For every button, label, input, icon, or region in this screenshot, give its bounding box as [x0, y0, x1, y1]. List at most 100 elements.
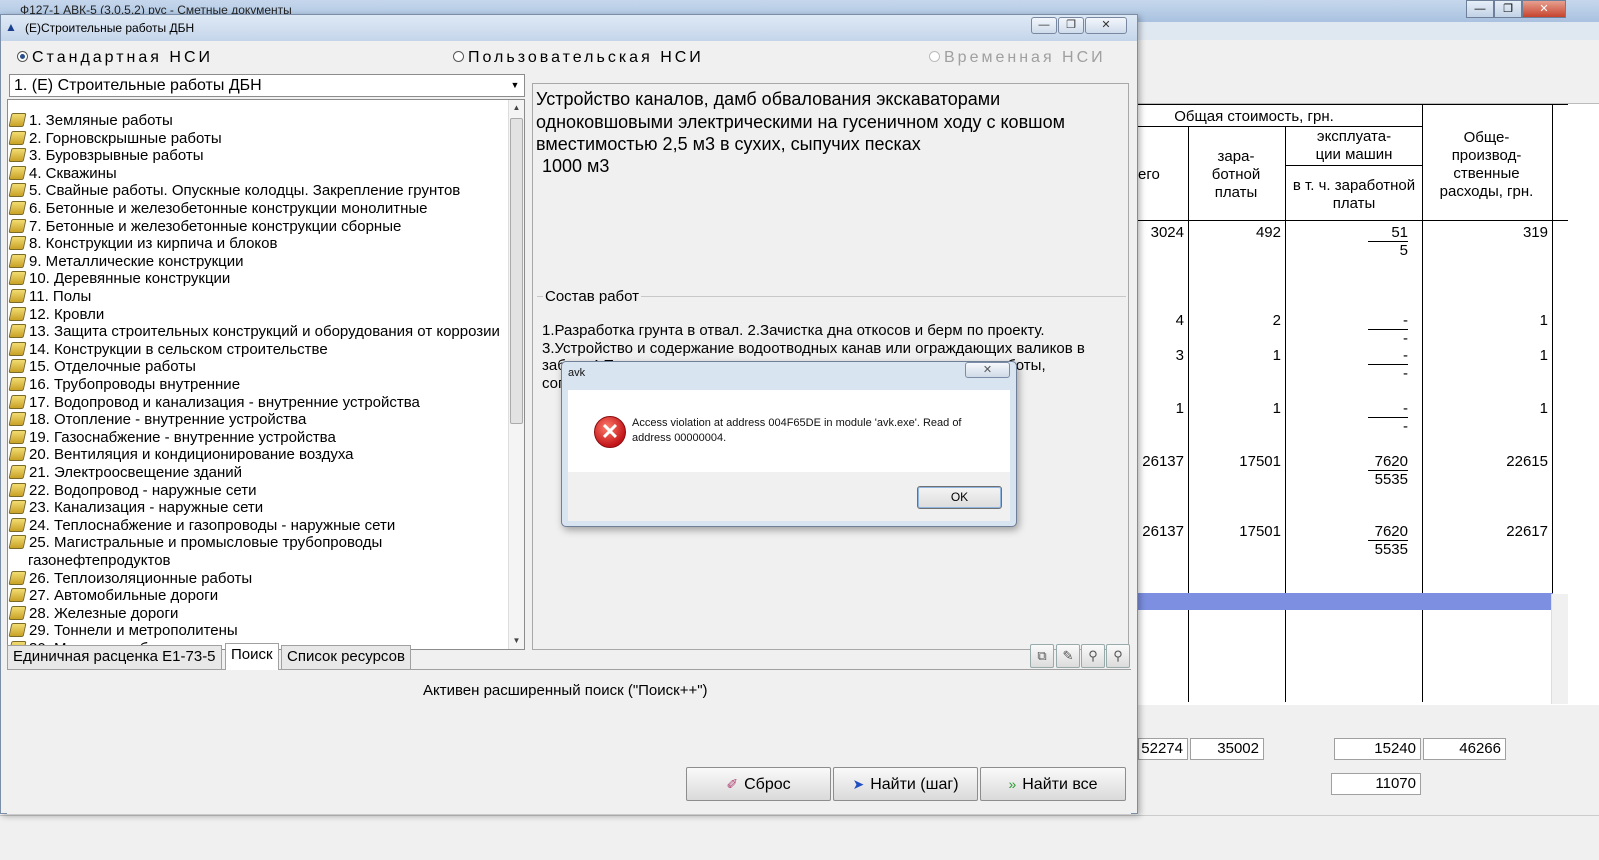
grid-scrollbar[interactable] [1551, 594, 1568, 704]
tree-item[interactable]: 6. Бетонные и железобетонные конструкции… [8, 200, 428, 217]
tab-unit-rate[interactable]: Единичная расценка Е1-73-5 [7, 645, 222, 669]
bg-minimize-button[interactable]: — [1466, 0, 1494, 18]
tree-item-label: 4. Скважины [29, 164, 117, 182]
tree-item[interactable]: 28. Железные дороги [8, 605, 178, 622]
tree-item[interactable]: 8. Конструкции из кирпича и блоков [8, 235, 278, 253]
book-icon [8, 535, 27, 550]
chevron-down-icon[interactable]: ▼ [508, 75, 522, 96]
tree-item[interactable]: 14. Конструкции в сельском строительстве [8, 341, 328, 358]
tree-item[interactable]: 9. Металлические конструкции [8, 253, 244, 270]
radio-standard-nsi[interactable]: Стандартная НСИ [17, 49, 213, 67]
collection-select-value: 1. (Е) Строительные работы ДБН [14, 77, 262, 94]
maximize-button[interactable]: ❐ [1058, 17, 1084, 34]
tree-item[interactable]: 27. Автомобильные дороги [8, 587, 218, 604]
error-message: Access violation at address 004F65DE in … [632, 417, 962, 444]
book-icon [8, 588, 27, 603]
selected-grid-row[interactable] [1138, 593, 1553, 610]
tree-item[interactable]: 4. Скважины [8, 164, 117, 182]
tab-resource-list[interactable]: Список ресурсов [281, 645, 411, 669]
tree-item[interactable]: 19. Газоснабжение - внутренние устройств… [8, 429, 336, 446]
radio-standard-label: Стандартная НСИ [32, 49, 213, 66]
tree-item[interactable]: 12. Кровли [8, 306, 104, 323]
close-button[interactable]: ✕ [1085, 17, 1127, 34]
find-all-button[interactable]: » Найти все [980, 767, 1126, 801]
reset-button[interactable]: ✐ Сброс [686, 767, 831, 801]
collection-select[interactable]: 1. (Е) Строительные работы ДБН ▼ [9, 74, 525, 97]
tree-item[interactable]: 20. Вентиляция и кондиционирование возду… [8, 446, 354, 463]
cell-ekspl: 51 5 [1368, 224, 1408, 259]
tree-item-label: 23. Канализация - наружные сети [29, 499, 264, 517]
copy-icon[interactable]: ⧉ [1030, 644, 1054, 668]
totals-panel: 52274 35002 15240 46266 11070 [1138, 705, 1599, 815]
tree-scroll-thumb[interactable] [510, 118, 523, 424]
rate-unit: 1000 м3 [542, 156, 610, 176]
book-icon [8, 289, 27, 303]
cell-ekspl-zp-value: - [1403, 365, 1408, 382]
tree-item-label: 7. Бетонные и железобетонные конструкции… [29, 217, 402, 235]
tree-item-label: 10. Деревянные конструкции [29, 270, 231, 288]
tree-item[interactable]: 29. Тоннели и метрополитены [8, 622, 238, 639]
cell-overhead: 22615 [1506, 453, 1548, 470]
book-icon [8, 623, 27, 638]
tree-item[interactable]: 21. Электроосвещение зданий [8, 464, 242, 481]
bg-maximize-button[interactable]: ❐ [1494, 0, 1522, 18]
tree-item[interactable]: 2. Горновскрышные работы [8, 129, 222, 147]
tree-item[interactable]: 25. Магистральные и промысловые трубопро… [8, 534, 382, 551]
cell-overhead: 1 [1539, 347, 1548, 364]
cell-zp: 1 [1272, 400, 1281, 417]
tree-item[interactable]: 13. Защита строительных конструкций и об… [8, 323, 500, 340]
tree-item-label: 11. Полы [29, 288, 92, 305]
tree-item[interactable]: 7. Бетонные и железобетонные конструкции… [8, 217, 402, 235]
tree-item[interactable]: 17. Водопровод и канализация - внутренни… [8, 394, 420, 411]
tree-item[interactable]: 10. Деревянные конструкции [8, 270, 231, 288]
cell-ekspl-value: - [1368, 312, 1408, 330]
tree-item[interactable]: 18. Отопление - внутренние устройства [8, 411, 307, 429]
tree-item[interactable]: 3. Буровзрывные работы [8, 147, 204, 164]
book-icon [8, 429, 27, 444]
grid-line [1138, 220, 1568, 221]
tree-item-label: 18. Отопление - внутренние устройства [29, 411, 307, 429]
scroll-up-icon[interactable]: ▲ [509, 100, 524, 116]
tree-item-label: 8. Конструкции из кирпича и блоков [29, 235, 278, 253]
tree-item[interactable]: 24. Теплоснабжение и газопроводы - наруж… [8, 516, 396, 534]
tab-search[interactable]: Поиск [225, 643, 279, 670]
minimize-button[interactable]: — [1031, 17, 1057, 34]
cell-ekspl-zp-value: 5 [1399, 242, 1408, 259]
ok-button[interactable]: OK [917, 486, 1002, 509]
tree-item-label: 24. Теплоснабжение и газопроводы - наруж… [29, 516, 396, 534]
grid-line [1138, 104, 1568, 105]
reset-button-label: Сброс [744, 776, 791, 793]
tree-item-label: 2. Горновскрышные работы [29, 129, 222, 147]
grid-line [1286, 165, 1423, 166]
background-statusbar [0, 815, 1599, 860]
tree-item[interactable]: 23. Канализация - наружные сети [8, 499, 264, 517]
book-icon [8, 183, 27, 198]
book-icon [8, 377, 27, 391]
total-overhead: 46266 [1423, 738, 1506, 760]
bg-close-button[interactable]: ✕ [1522, 0, 1566, 18]
cell-vsego: 3 [1175, 347, 1184, 364]
tree-item[interactable]: 1. Земляные работы [8, 112, 173, 129]
tree-scrollbar[interactable]: ▲ ▼ [508, 100, 524, 649]
rate-description: Устройство каналов, дамб обвалования экс… [536, 89, 1065, 154]
tree-item[interactable]: 22. Водопровод - наружные сети [8, 482, 257, 499]
book-icon [8, 517, 27, 532]
radio-user-nsi[interactable]: Пользовательская НСИ [453, 49, 704, 67]
book-icon [8, 113, 27, 127]
search-icon[interactable]: ⚲ [1081, 644, 1105, 668]
radio-dot [453, 51, 464, 62]
cell-ekspl: - - [1368, 312, 1408, 347]
search-plus-icon[interactable]: ⚲ [1106, 644, 1130, 668]
dialog-titlebar[interactable]: ▲ (Е)Строительные работы ДБН — ❐ ✕ [1, 15, 1137, 41]
sections-tree[interactable]: 1. Земляные работы 2. Горновскрышные рабо… [7, 99, 525, 650]
find-step-button[interactable]: ➤ Найти (шаг) [833, 767, 978, 801]
error-close-button[interactable]: ✕ [965, 362, 1010, 378]
tree-item[interactable]: 26. Теплоизоляционные работы [8, 570, 252, 587]
book-icon [8, 218, 27, 233]
tree-item[interactable]: 5. Свайные работы. Опускные колодцы. Зак… [8, 182, 460, 199]
edit-icon[interactable]: ✎ [1056, 644, 1080, 668]
tree-item[interactable]: 16. Трубопроводы внутренние [8, 376, 240, 393]
tree-item[interactable]: 15. Отделочные работы [8, 358, 196, 375]
tree-item[interactable]: 11. Полы [8, 288, 92, 305]
scroll-down-icon[interactable]: ▼ [509, 633, 524, 649]
